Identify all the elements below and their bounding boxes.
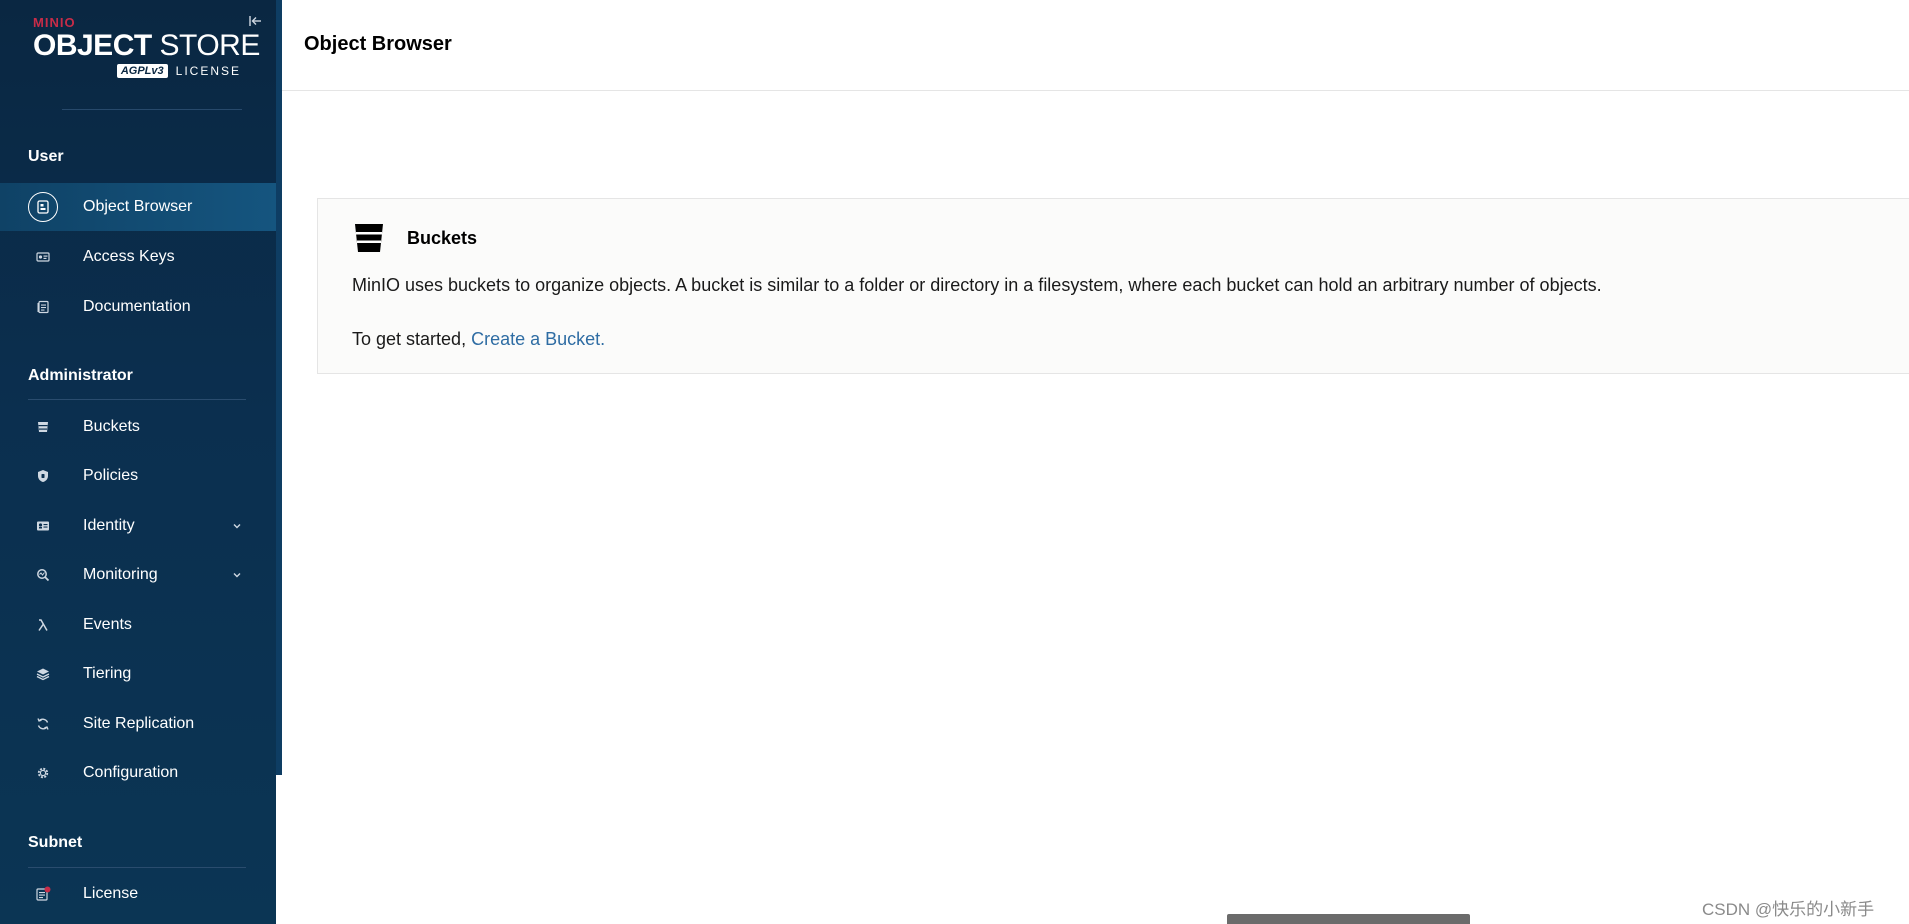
sidebar-item-label: Site Replication [83,715,195,732]
brand-title-light: STORE [159,29,261,62]
sidebar-item-tiering[interactable]: Tiering [0,650,276,698]
section-title-user: User [28,148,64,165]
sidebar-item-label: Buckets [83,418,140,435]
sidebar-item-label: Object Browser [83,198,193,215]
sidebar-item-configuration[interactable]: Configuration [0,749,276,797]
empty-state-cta: To get started, Create a Bucket. [352,329,605,350]
sidebar-item-license[interactable]: License [0,870,276,918]
license-icon [28,879,58,909]
sidebar-item-object-browser[interactable]: Object Browser [0,183,276,231]
bucket-icon [355,224,383,252]
brand-title-bold: OBJECT [33,29,152,62]
empty-state-description: MinIO uses buckets to organize objects. … [352,275,1602,295]
chevron-down-icon[interactable] [230,568,244,582]
documentation-icon [28,292,58,322]
sidebar-item-identity[interactable]: Identity [0,502,276,550]
lambda-icon [28,610,58,640]
cta-prefix: To get started, [352,329,472,349]
section-title-subnet: Subnet [28,834,83,851]
sidebar-item-access-keys[interactable]: Access Keys [0,233,276,281]
tiering-icon [28,659,58,689]
sidebar-item-site-replication[interactable]: Site Replication [0,700,276,748]
object-browser-icon [28,192,58,222]
brand-small: MINIO [33,15,76,30]
chevron-down-icon[interactable] [230,519,244,533]
sidebar-item-events[interactable]: Events [0,601,276,649]
sidebar-item-label: Tiering [83,665,132,682]
access-keys-icon [28,242,58,272]
section-title-administrator: Administrator [28,367,133,384]
sidebar-scrollbar[interactable] [276,0,282,775]
agpl-badge: AGPLv3 [116,64,168,78]
minio-logo[interactable]: MINIO OBJECT STORE AGPLv3 LICENSE [33,15,260,80]
page-header: Object Browser [282,0,1909,91]
collapse-icon [249,16,261,26]
watermark: CSDN @快乐的小新手 [1702,900,1875,919]
empty-state-card: Buckets MinIO uses buckets to organize o… [317,198,1909,374]
brand-title: OBJECT STORE [33,29,260,62]
site-replication-icon [28,709,58,739]
sidebar-item-label: Monitoring [83,566,158,583]
license-label: LICENSE [175,64,241,78]
policies-icon [28,461,58,491]
page-title: Object Browser [304,33,452,55]
sidebar-item-policies[interactable]: Policies [0,452,276,500]
identity-icon [28,511,58,541]
license-row: AGPLv3 LICENSE [33,64,243,78]
divider [62,109,242,110]
sidebar-item-documentation[interactable]: Documentation [0,283,276,331]
sidebar-item-label: Configuration [83,764,179,781]
divider [28,399,246,400]
sidebar-item-buckets[interactable]: Buckets [0,403,276,451]
sidebar-item-label: Access Keys [83,248,175,265]
sidebar: MINIO OBJECT STORE AGPLv3 LICENSE User O… [0,0,276,924]
sidebar-item-label: Identity [83,517,135,534]
divider [28,867,246,868]
create-bucket-link[interactable]: Create a Bucket. [471,329,605,349]
monitoring-icon [28,560,58,590]
empty-state-title: Buckets [407,228,478,248]
bucket-icon [28,412,58,442]
gear-icon [28,758,58,788]
sidebar-item-monitoring[interactable]: Monitoring [0,551,276,599]
sidebar-item-label: Events [83,616,132,633]
sidebar-item-label: Documentation [83,298,191,315]
bottom-bar [1227,914,1470,924]
sidebar-item-label: License [83,885,139,902]
sidebar-item-label: Policies [83,467,139,484]
